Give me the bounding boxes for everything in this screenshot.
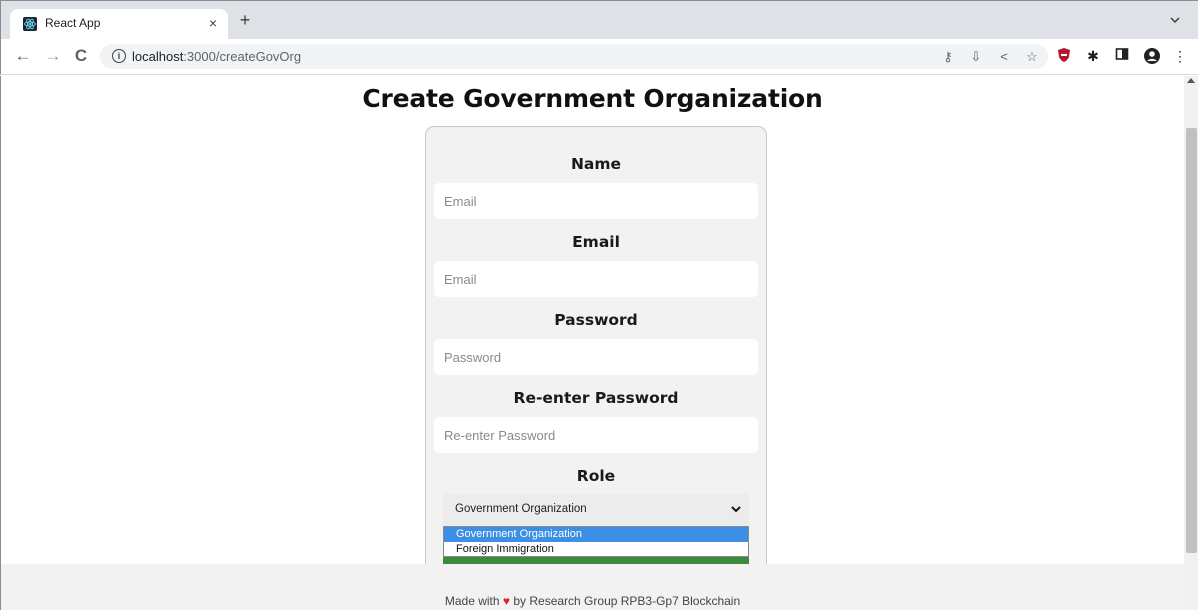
browser-tab-bar: React App × + — [0, 0, 1198, 40]
footer: Made with ♥ by Research Group RPB3-Gp7 B… — [1, 564, 1184, 610]
address-bar[interactable]: i localhost:3000/createGovOrg ⚷ ⇩ < ☆ — [100, 44, 1048, 69]
reload-icon[interactable]: C — [71, 46, 91, 66]
url-host: localhost — [132, 49, 184, 64]
tab-title: React App — [45, 16, 101, 30]
site-info-icon[interactable]: i — [112, 49, 126, 63]
browser-tab[interactable]: React App × — [10, 9, 228, 40]
side-panel-icon[interactable] — [1114, 47, 1130, 65]
footer-suffix: by Research Group RPB3-Gp7 Blockchain — [513, 594, 741, 608]
name-label: Name — [570, 155, 622, 173]
footer-prefix: Made with — [444, 594, 500, 608]
address-bar-actions: ⚷ ⇩ < ☆ — [940, 49, 1040, 65]
page-scrollbar[interactable] — [1184, 76, 1198, 610]
url-path: :3000/createGovOrg — [183, 49, 302, 64]
role-option-foreign-immigration[interactable]: Foreign Immigration — [444, 542, 748, 557]
forward-arrow-icon[interactable]: → — [43, 46, 63, 66]
name-input[interactable] — [434, 183, 758, 219]
page-viewport: Create Government Organization Name Emai… — [0, 76, 1198, 610]
role-dropdown-list[interactable]: Government Organization Foreign Immigrat… — [443, 526, 749, 557]
password-input[interactable] — [434, 339, 758, 375]
share-icon[interactable]: < — [996, 49, 1012, 65]
puzzle-extension-icon[interactable]: ✱ — [1085, 47, 1101, 65]
tab-close-icon[interactable]: × — [205, 14, 221, 32]
new-tab-button[interactable]: + — [236, 11, 254, 29]
role-select[interactable]: Government Organization — [443, 494, 749, 526]
star-icon[interactable]: ☆ — [1024, 49, 1040, 65]
scroll-up-arrow-icon[interactable] — [1187, 78, 1195, 83]
submit-button[interactable] — [443, 557, 749, 564]
reenter-password-label: Re-enter Password — [513, 389, 679, 407]
tab-search-chevron-icon[interactable] — [1168, 13, 1182, 27]
email-label: Email — [572, 233, 620, 251]
react-favicon-icon — [23, 17, 37, 31]
kebab-menu-icon[interactable]: ⋮ — [1172, 47, 1188, 65]
back-arrow-icon[interactable]: ← — [13, 46, 33, 66]
chevron-down-icon — [729, 502, 743, 516]
footer-text: Made with ♥ by Research Group RPB3-Gp7 B… — [1, 594, 1184, 608]
create-org-form: Name Email Password Re-enter Password Ro… — [425, 126, 767, 586]
password-label: Password — [554, 311, 638, 329]
role-selected-value: Government Organization — [455, 503, 587, 515]
heart-icon: ♥ — [502, 594, 511, 608]
email-input[interactable] — [434, 261, 758, 297]
page-title: Create Government Organization — [362, 84, 823, 113]
role-label: Role — [576, 467, 616, 485]
extensions-area: ✱ ⋮ — [1056, 47, 1188, 65]
scroll-thumb[interactable] — [1186, 128, 1197, 553]
profile-icon[interactable] — [1143, 47, 1160, 65]
browser-toolbar: ← → C i localhost:3000/createGovOrg ⚷ ⇩ … — [0, 39, 1198, 75]
url-text[interactable]: localhost:3000/createGovOrg — [132, 49, 301, 64]
key-icon[interactable]: ⚷ — [940, 49, 956, 65]
install-icon[interactable]: ⇩ — [968, 49, 984, 65]
role-option-government[interactable]: Government Organization — [444, 527, 748, 542]
reenter-password-input[interactable] — [434, 417, 758, 453]
shield-extension-icon[interactable] — [1056, 47, 1072, 65]
